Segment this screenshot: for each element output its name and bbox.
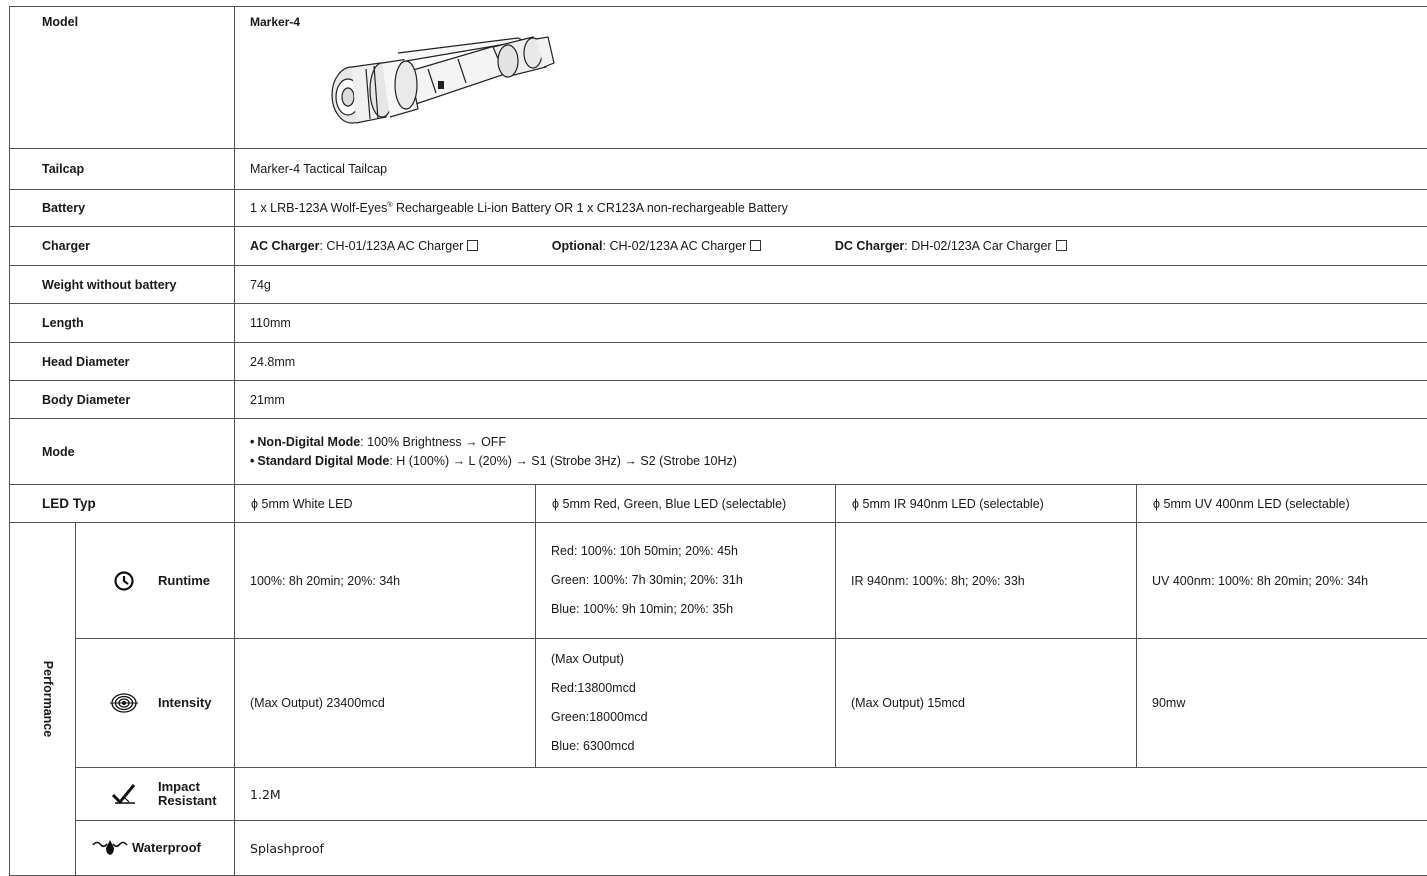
tailcap-value: Marker-4 Tactical Tailcap (235, 149, 1427, 190)
runtime-green: Green: 100%: 7h 30min; 20%: 31h (551, 566, 835, 595)
row-intensity: Intensity (Max Output) 23400mcd (Max Out… (10, 639, 1427, 768)
runtime-uv: UV 400nm: 100%: 8h 20min; 20%: 34h (1137, 523, 1427, 639)
intensity-uv: 90mw (1137, 639, 1427, 768)
runtime-blue: Blue: 100%: 9h 10min; 20%: 35h (551, 595, 835, 624)
body-diameter-label: Body Diameter (10, 381, 235, 419)
intensity-rgb: (Max Output) Red:13800mcd Green:18000mcd… (536, 639, 836, 768)
waterproof-value: Splashproof (235, 821, 1427, 876)
water-drop-icon (92, 839, 128, 857)
standard-digital-label: Standard Digital Mode (257, 454, 389, 468)
battery-text-2: Rechargeable Li-ion Battery OR 1 x CR123… (393, 201, 788, 215)
intensity-red: Red:13800mcd (551, 674, 835, 703)
performance-label-cell: Performance (10, 523, 76, 876)
flashlight-image (308, 33, 558, 129)
ac-charger-checkbox-icon[interactable] (467, 240, 478, 251)
led-typ-label: LED Typ (10, 485, 235, 523)
optional-charger-checkbox-icon[interactable] (750, 240, 761, 251)
standard-digital-value: : H (100%) → L (20%) → S1 (Strobe 3Hz) →… (389, 454, 737, 468)
battery-label: Battery (10, 190, 235, 227)
bullet-icon: • (250, 435, 254, 449)
waterproof-label: Waterproof (132, 841, 201, 855)
impact-label-cell: Impact Resistant (76, 768, 235, 821)
length-value: 110mm (235, 304, 1427, 343)
waterproof-label-cell: Waterproof (76, 821, 235, 876)
spec-table: Model Marker-4 (9, 6, 1427, 876)
intensity-label-cell: Intensity (76, 639, 235, 768)
row-model: Model Marker-4 (10, 7, 1427, 149)
led-ir: ϕ 5mm IR 940nm LED (selectable) (836, 485, 1137, 523)
target-icon (110, 692, 138, 714)
model-name: Marker-4 (250, 15, 1427, 29)
non-digital-label: Non-Digital Mode (257, 435, 360, 449)
row-impact: Impact Resistant 1.2M (10, 768, 1427, 821)
head-diameter-value: 24.8mm (235, 343, 1427, 381)
row-head-diameter: Head Diameter 24.8mm (10, 343, 1427, 381)
mode-label: Mode (10, 419, 235, 485)
spec-sheet: Model Marker-4 (0, 0, 1427, 865)
intensity-label: Intensity (158, 696, 211, 710)
clock-icon (113, 570, 135, 592)
led-uv: ϕ 5mm UV 400nm LED (selectable) (1137, 485, 1427, 523)
runtime-red: Red: 100%: 10h 50min; 20%: 45h (551, 537, 835, 566)
dc-charger-value: : DH-02/123A Car Charger (904, 239, 1051, 253)
charger-value: AC Charger: CH-01/123A AC Charger Option… (235, 227, 1427, 266)
runtime-label: Runtime (158, 574, 210, 588)
led-rgb: ϕ 5mm Red, Green, Blue LED (selectable) (536, 485, 836, 523)
impact-label: Impact Resistant (158, 780, 217, 808)
impact-label-line1: Impact (158, 780, 217, 794)
dc-charger-checkbox-icon[interactable] (1056, 240, 1067, 251)
runtime-label-cell: Runtime (76, 523, 235, 639)
length-label: Length (10, 304, 235, 343)
mode-non-digital: •Non-Digital Mode: 100% Brightness → OFF (250, 433, 1427, 452)
row-led-typ: LED Typ ϕ 5mm White LED ϕ 5mm Red, Green… (10, 485, 1427, 523)
ac-charger-value: : CH-01/123A AC Charger (319, 239, 463, 253)
mode-value: •Non-Digital Mode: 100% Brightness → OFF… (235, 419, 1427, 485)
row-runtime: Performance Runtime 100%: 8h 20min; 20%:… (10, 523, 1427, 639)
row-battery: Battery 1 x LRB-123A Wolf-Eyes® Recharge… (10, 190, 1427, 227)
row-length: Length 110mm (10, 304, 1427, 343)
row-waterproof: Waterproof Splashproof (10, 821, 1427, 876)
runtime-ir: IR 940nm: 100%: 8h; 20%: 33h (836, 523, 1137, 639)
runtime-rgb: Red: 100%: 10h 50min; 20%: 45h Green: 10… (536, 523, 836, 639)
intensity-ir: (Max Output) 15mcd (836, 639, 1137, 768)
non-digital-value: : 100% Brightness → OFF (360, 435, 506, 449)
optional-charger-value: : CH-02/123A AC Charger (603, 239, 747, 253)
row-weight: Weight without battery 74g (10, 266, 1427, 304)
body-diameter-value: 21mm (235, 381, 1427, 419)
model-label: Model (10, 7, 235, 149)
tailcap-label: Tailcap (10, 149, 235, 190)
bullet-icon: • (250, 454, 254, 468)
impact-icon (111, 783, 137, 805)
impact-value: 1.2M (235, 768, 1427, 821)
battery-text-1: 1 x LRB-123A Wolf-Eyes (250, 201, 387, 215)
weight-label: Weight without battery (10, 266, 235, 304)
row-charger: Charger AC Charger: CH-01/123A AC Charge… (10, 227, 1427, 266)
ac-charger-label: AC Charger (250, 239, 319, 253)
intensity-green: Green:18000mcd (551, 703, 835, 732)
row-tailcap: Tailcap Marker-4 Tactical Tailcap (10, 149, 1427, 190)
runtime-white: 100%: 8h 20min; 20%: 34h (235, 523, 536, 639)
intensity-max: (Max Output) (551, 645, 835, 674)
intensity-blue: Blue: 6300mcd (551, 732, 835, 761)
charger-label: Charger (10, 227, 235, 266)
led-white: ϕ 5mm White LED (235, 485, 536, 523)
weight-value: 74g (235, 266, 1427, 304)
row-mode: Mode •Non-Digital Mode: 100% Brightness … (10, 419, 1427, 485)
mode-standard-digital: •Standard Digital Mode: H (100%) → L (20… (250, 452, 1427, 471)
optional-charger-label: Optional (552, 239, 603, 253)
battery-value: 1 x LRB-123A Wolf-Eyes® Rechargeable Li-… (235, 190, 1427, 227)
row-body-diameter: Body Diameter 21mm (10, 381, 1427, 419)
model-cell: Marker-4 (235, 7, 1427, 149)
performance-label: Performance (41, 661, 55, 737)
head-diameter-label: Head Diameter (10, 343, 235, 381)
impact-label-line2: Resistant (158, 794, 217, 808)
dc-charger-label: DC Charger (835, 239, 904, 253)
intensity-white: (Max Output) 23400mcd (235, 639, 536, 768)
